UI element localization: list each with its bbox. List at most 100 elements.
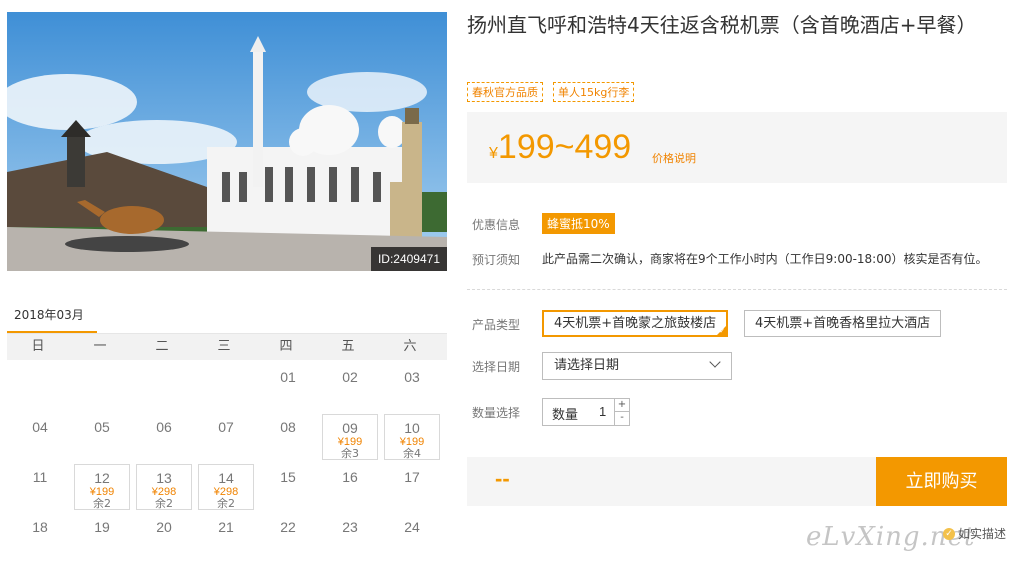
day-number: 17 xyxy=(404,469,420,485)
day-remaining: 余2 xyxy=(217,497,235,510)
quantity-field-label: 数量 xyxy=(552,408,579,423)
calendar-day: 11 xyxy=(7,460,69,510)
calendar-empty-cell xyxy=(193,360,255,410)
calendar-week-row: 04 05 06 07 08 09 ¥199 余3 10 ¥199 余4 xyxy=(7,410,447,460)
quantity-increase-button[interactable]: + xyxy=(614,399,629,412)
accurate-description-label: 如实描述 xyxy=(958,527,1007,541)
calendar-day-box: 05 xyxy=(74,414,130,460)
quantity-value[interactable]: 1 xyxy=(599,404,606,419)
calendar-day: 16 xyxy=(317,460,379,510)
quantity-decrease-button[interactable]: - xyxy=(614,412,629,425)
price-range: 199~499 xyxy=(497,128,632,166)
day-number: 20 xyxy=(156,519,172,535)
check-circle-icon: ✓ xyxy=(943,527,955,540)
calendar-weekday-header: 日 一 二 三 四 五 六 xyxy=(7,334,447,360)
weekday-tue: 二 xyxy=(155,339,169,354)
purchase-bar: -- 立即购买 xyxy=(467,457,1007,506)
promo-badge: 蜂蜜抵10% xyxy=(542,213,615,234)
day-number: 05 xyxy=(94,419,110,435)
day-number: 11 xyxy=(32,469,48,485)
calendar-day: 06 xyxy=(131,410,193,460)
weekday-fri: 五 xyxy=(341,339,355,354)
calendar-day-box: 18 xyxy=(12,514,68,560)
calendar-day-box: 15 xyxy=(260,464,316,510)
calendar-day[interactable]: 10 ¥199 余4 xyxy=(379,410,441,460)
chevron-down-icon xyxy=(709,356,721,368)
calendar-empty-cell xyxy=(131,360,193,410)
day-number: 06 xyxy=(156,419,172,435)
calendar-day: 04 xyxy=(7,410,69,460)
calendar-day-box: 08 xyxy=(260,414,316,460)
calendar-empty-cell xyxy=(7,360,69,410)
booking-notice-label: 预订须知 xyxy=(472,253,521,267)
day-number: 15 xyxy=(280,469,296,485)
buy-now-button[interactable]: 立即购买 xyxy=(876,457,1007,506)
product-image[interactable]: ID:2409471 xyxy=(7,12,447,271)
date-select[interactable]: 请选择日期 xyxy=(542,352,732,380)
calendar-day: 07 xyxy=(193,410,255,460)
checkmark-icon: ✓ xyxy=(719,327,726,335)
calendar-day-box: 09 ¥199 余3 xyxy=(322,414,378,460)
quantity-stepper[interactable]: 数量 1 + - xyxy=(542,398,630,426)
price-panel: ¥199~499 价格说明 xyxy=(467,112,1007,183)
day-remaining: 余3 xyxy=(341,447,359,460)
product-title: 扬州直飞呼和浩特4天往返含税机票（含首晚酒店+早餐） xyxy=(467,13,977,37)
calendar-day-box: 03 xyxy=(384,364,440,410)
calendar-day-box: 17 xyxy=(384,464,440,510)
calendar-day: 03 xyxy=(379,360,441,410)
day-remaining: 余2 xyxy=(93,497,111,510)
date-label: 选择日期 xyxy=(472,360,521,374)
calendar-day[interactable]: 14 ¥298 余2 xyxy=(193,460,255,510)
day-number: 24 xyxy=(404,519,420,535)
calendar-day[interactable]: 12 ¥199 余2 xyxy=(69,460,131,510)
section-divider xyxy=(467,289,1007,290)
calendar-day-box: 07 xyxy=(198,414,254,460)
day-number: 09 xyxy=(342,420,358,436)
calendar-day[interactable]: 09 ¥199 余3 xyxy=(317,410,379,460)
total-price: -- xyxy=(495,466,510,491)
calendar-day-box: 04 xyxy=(12,414,68,460)
day-number: 08 xyxy=(280,419,296,435)
calendar-day-box: 24 xyxy=(384,514,440,560)
calendar-month-tab[interactable]: 2018年03月 xyxy=(14,306,84,323)
price-explanation-link[interactable]: 价格说明 xyxy=(652,150,696,166)
day-number: 07 xyxy=(218,419,234,435)
day-remaining: 余4 xyxy=(403,447,421,460)
weekday-sun: 日 xyxy=(31,339,45,354)
calendar-week-row: 18 19 20 21 22 23 24 xyxy=(7,510,447,560)
day-number: 01 xyxy=(280,369,296,385)
accurate-description-badge: ✓ 如实描述 xyxy=(943,525,1006,542)
calendar-day-box: 14 ¥298 余2 xyxy=(198,464,254,510)
calendar-day-box: 13 ¥298 余2 xyxy=(136,464,192,510)
tag-baggage: 单人15kg行李 xyxy=(553,82,635,102)
product-type-option-2[interactable]: 4天机票+首晚香格里拉大酒店 xyxy=(744,310,942,337)
weekday-thu: 四 xyxy=(279,339,293,354)
calendar-day: 17 xyxy=(379,460,441,510)
day-number: 13 xyxy=(156,470,172,486)
day-number: 22 xyxy=(280,519,296,535)
calendar-day-box: 20 xyxy=(136,514,192,560)
mosque-photo xyxy=(7,12,447,271)
product-type-option-1[interactable]: 4天机票+首晚蒙之旅鼓楼店 ✓ xyxy=(542,310,729,337)
product-tags: 春秋官方品质 单人15kg行李 xyxy=(467,82,635,102)
day-number: 18 xyxy=(32,519,48,535)
calendar-empty-cell xyxy=(69,360,131,410)
calendar-day: 08 xyxy=(255,410,317,460)
calendar-day-box: 16 xyxy=(322,464,378,510)
day-number: 23 xyxy=(342,519,358,535)
calendar-week-row: 01 02 03 xyxy=(7,360,447,410)
calendar-day-box: 06 xyxy=(136,414,192,460)
calendar-day: 22 xyxy=(255,510,317,560)
day-number: 02 xyxy=(342,369,358,385)
promo-label: 优惠信息 xyxy=(472,218,521,232)
weekday-mon: 一 xyxy=(93,339,107,354)
day-number: 12 xyxy=(94,470,110,486)
calendar-body: 01 02 03 04 05 06 07 08 09 ¥199 余3 10 ¥199 余4 11 12 ¥199… xyxy=(7,360,447,560)
calendar-day-box: 02 xyxy=(322,364,378,410)
option-2-label: 4天机票+首晚香格里拉大酒店 xyxy=(755,316,931,331)
day-number: 03 xyxy=(404,369,420,385)
calendar-day: 05 xyxy=(69,410,131,460)
day-number: 10 xyxy=(404,420,420,436)
calendar-day[interactable]: 13 ¥298 余2 xyxy=(131,460,193,510)
tag-official-quality: 春秋官方品质 xyxy=(467,82,543,102)
